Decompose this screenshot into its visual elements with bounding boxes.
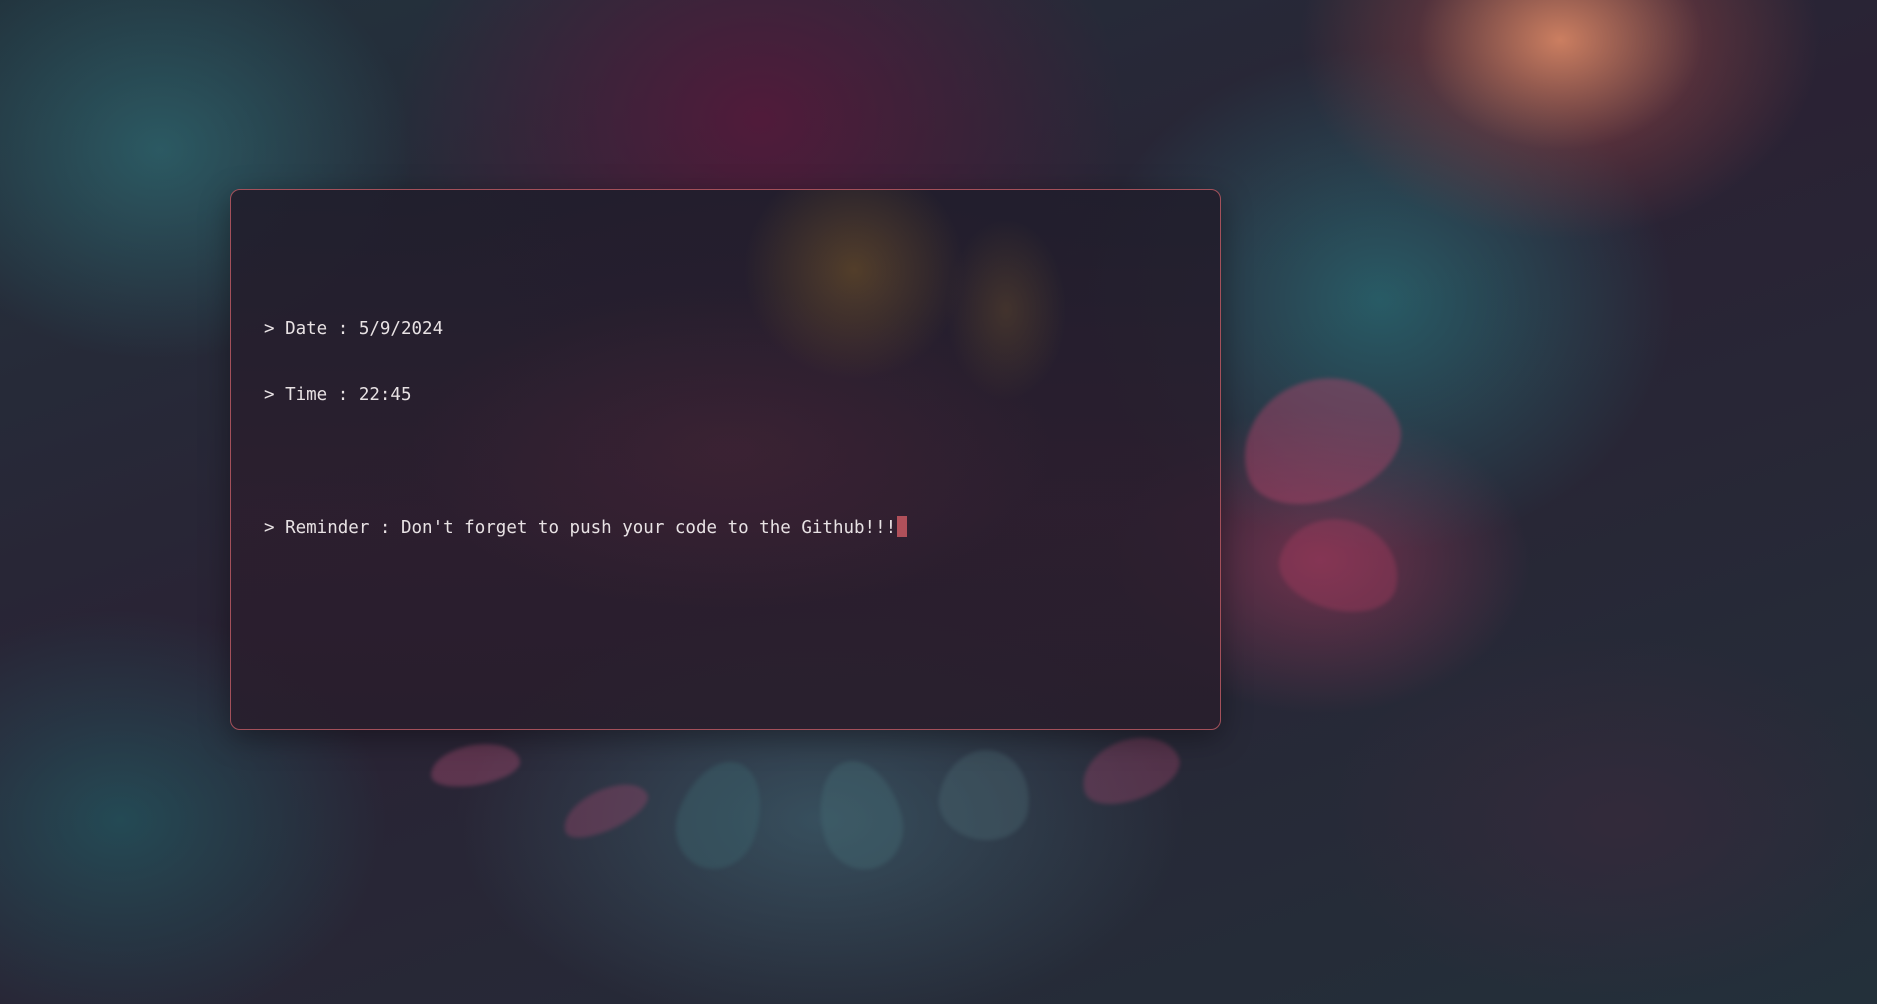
wallpaper-petal [1224, 356, 1416, 524]
wallpaper-petal [1270, 506, 1410, 624]
terminal-line-reminder-wrap: > Reminder : Don't forget to push your c… [264, 516, 908, 538]
terminal-cursor [897, 516, 908, 537]
terminal-line-time: > Time : 22:45 [264, 385, 412, 405]
terminal-line-date: > Date : 5/9/2024 [264, 319, 444, 339]
terminal-output: > Date : 5/9/2024 > Time : 22:45 > Remin… [264, 274, 908, 582]
wallpaper-petal [932, 742, 1038, 848]
wallpaper-petal [427, 737, 523, 793]
wallpaper-petal [807, 751, 913, 879]
wallpaper-petal [1072, 724, 1188, 816]
terminal-window[interactable]: > Date : 5/9/2024 > Time : 22:45 > Remin… [230, 189, 1221, 730]
wallpaper-petal [555, 772, 655, 848]
wallpaper-petal [663, 749, 777, 881]
terminal-line-reminder: > Reminder : Don't forget to push your c… [264, 518, 897, 538]
